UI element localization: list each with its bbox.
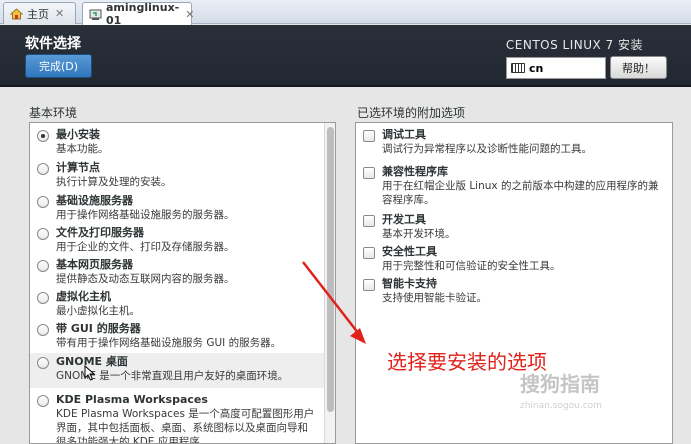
checkbox[interactable] — [363, 130, 375, 142]
addon-name: 调试工具 — [382, 128, 426, 141]
tab-strip: 主页 ✕ aminglinux-01 ✕ — [0, 0, 691, 27]
env-item-web[interactable]: 基本网页服务器 提供静态及动态互联网内容的服务器。 — [30, 258, 335, 286]
env-name: 基础设施服务器 — [56, 194, 133, 207]
radio-button[interactable] — [37, 163, 49, 175]
env-name: 最小安装 — [56, 128, 100, 141]
addon-desc: 调试行为异常程序以及诊断性能问题的工具。 — [382, 143, 592, 155]
env-desc: 最小虚拟化主机。 — [56, 305, 140, 317]
env-item-virt[interactable]: 虚拟化主机 最小虚拟化主机。 — [30, 290, 335, 318]
radio-button[interactable] — [37, 292, 49, 304]
env-name: 带 GUI 的服务器 — [56, 322, 141, 335]
env-name: GNOME 桌面 — [56, 355, 128, 368]
radio-button[interactable] — [37, 260, 49, 272]
env-desc: 提供静态及动态互联网内容的服务器。 — [56, 273, 235, 285]
addon-item-security[interactable]: 安全性工具 用于完整性和可信验证的安全性工具。 — [356, 245, 672, 273]
addon-item-devtools[interactable]: 开发工具 基本开发环境。 — [356, 213, 672, 241]
home-icon — [10, 7, 23, 20]
tab-label: 主页 — [27, 7, 49, 21]
env-desc: 基本功能。 — [56, 143, 109, 155]
close-icon[interactable]: ✕ — [185, 8, 194, 21]
addon-item-compat[interactable]: 兼容性程序库 用于在红帽企业版 Linux 的之前版本中构建的应用程序的兼容程序… — [356, 165, 672, 207]
env-name: 计算节点 — [56, 161, 100, 174]
env-name: 文件及打印服务器 — [56, 226, 144, 239]
watermark-url: zhinan.sogou.com — [520, 401, 602, 411]
watermark: 搜狗指南 — [520, 372, 600, 396]
vm-icon — [89, 8, 102, 21]
env-name: 虚拟化主机 — [56, 290, 111, 303]
keyboard-icon — [511, 63, 525, 73]
env-item-gnome[interactable]: GNOME 桌面 GNOME 是一个非常直观且用户友好的桌面环境。 — [30, 353, 335, 388]
env-name: KDE Plasma Workspaces — [56, 393, 208, 406]
env-item-infra[interactable]: 基础设施服务器 用于操作网络基础设施服务的服务器。 — [30, 194, 335, 222]
env-item-gui-server[interactable]: 带 GUI 的服务器 带有用于操作网络基础设施服务 GUI 的服务器。 — [30, 322, 335, 350]
product-title: CENTOS LINUX 7 安装 — [505, 38, 643, 52]
radio-button[interactable] — [37, 130, 49, 142]
env-name: 基本网页服务器 — [56, 258, 133, 271]
env-desc: GNOME 是一个非常直观且用户友好的桌面环境。 — [56, 370, 289, 382]
base-env-title: 基本环境 — [29, 106, 78, 120]
addons-list: 调试工具 调试行为异常程序以及诊断性能问题的工具。 兼容性程序库 用于在红帽企业… — [355, 122, 673, 444]
radio-button[interactable] — [37, 395, 49, 407]
env-desc: 执行计算及处理的安装。 — [56, 176, 172, 188]
scrollbar[interactable] — [324, 123, 335, 443]
checkbox[interactable] — [363, 247, 375, 259]
env-item-minimal[interactable]: 最小安装 基本功能。 — [30, 128, 335, 156]
addon-desc: 用于完整性和可信验证的安全性工具。 — [382, 260, 561, 272]
checkbox[interactable] — [363, 279, 375, 291]
keyboard-layout-indicator[interactable]: cn — [506, 57, 606, 79]
env-item-compute[interactable]: 计算节点 执行计算及处理的安装。 — [30, 161, 335, 189]
radio-button[interactable] — [37, 228, 49, 240]
tab-home[interactable]: 主页 ✕ — [3, 2, 76, 24]
addon-desc: 支持使用智能卡验证。 — [382, 292, 487, 304]
radio-button[interactable] — [37, 324, 49, 336]
addons-title: 已选环境的附加选项 — [357, 106, 466, 120]
radio-button[interactable] — [37, 196, 49, 208]
tab-vm[interactable]: aminglinux-01 ✕ — [82, 1, 194, 27]
base-env-list: 最小安装 基本功能。 计算节点 执行计算及处理的安装。 基础设施服务器 用于操作… — [29, 122, 336, 444]
addon-item-debug[interactable]: 调试工具 调试行为异常程序以及诊断性能问题的工具。 — [356, 128, 672, 156]
addon-name: 安全性工具 — [382, 245, 437, 258]
radio-button[interactable] — [37, 357, 49, 369]
checkbox[interactable] — [363, 215, 375, 227]
addon-name: 智能卡支持 — [382, 277, 437, 290]
tab-label: aminglinux-01 — [106, 1, 180, 27]
env-desc: 带有用于操作网络基础设施服务 GUI 的服务器。 — [56, 337, 282, 349]
env-item-kde[interactable]: KDE Plasma Workspaces KDE Plasma Workspa… — [30, 393, 335, 444]
mouse-cursor-icon — [84, 365, 96, 381]
addon-name: 兼容性程序库 — [382, 165, 448, 178]
done-button[interactable]: 完成(D) — [25, 54, 92, 78]
addon-desc: 基本开发环境。 — [382, 228, 456, 240]
page-title: 软件选择 — [25, 36, 81, 52]
addon-item-smartcard[interactable]: 智能卡支持 支持使用智能卡验证。 — [356, 277, 672, 305]
close-icon[interactable]: ✕ — [55, 7, 64, 20]
addon-name: 开发工具 — [382, 213, 426, 226]
env-item-fileprint[interactable]: 文件及打印服务器 用于企业的文件、打印及存储服务器。 — [30, 226, 335, 254]
env-desc: 用于企业的文件、打印及存储服务器。 — [56, 241, 235, 253]
scrollbar-thumb[interactable] — [327, 127, 334, 412]
env-desc: KDE Plasma Workspaces 是一个高度可配置图形用户界面，其中包… — [56, 408, 315, 444]
keyboard-layout-label: cn — [529, 61, 544, 75]
help-button[interactable]: 帮助！ — [610, 56, 667, 79]
env-desc: 用于操作网络基础设施服务的服务器。 — [56, 209, 235, 221]
addon-desc: 用于在红帽企业版 Linux 的之前版本中构建的应用程序的兼容程序库。 — [382, 180, 659, 206]
checkbox[interactable] — [363, 167, 375, 179]
